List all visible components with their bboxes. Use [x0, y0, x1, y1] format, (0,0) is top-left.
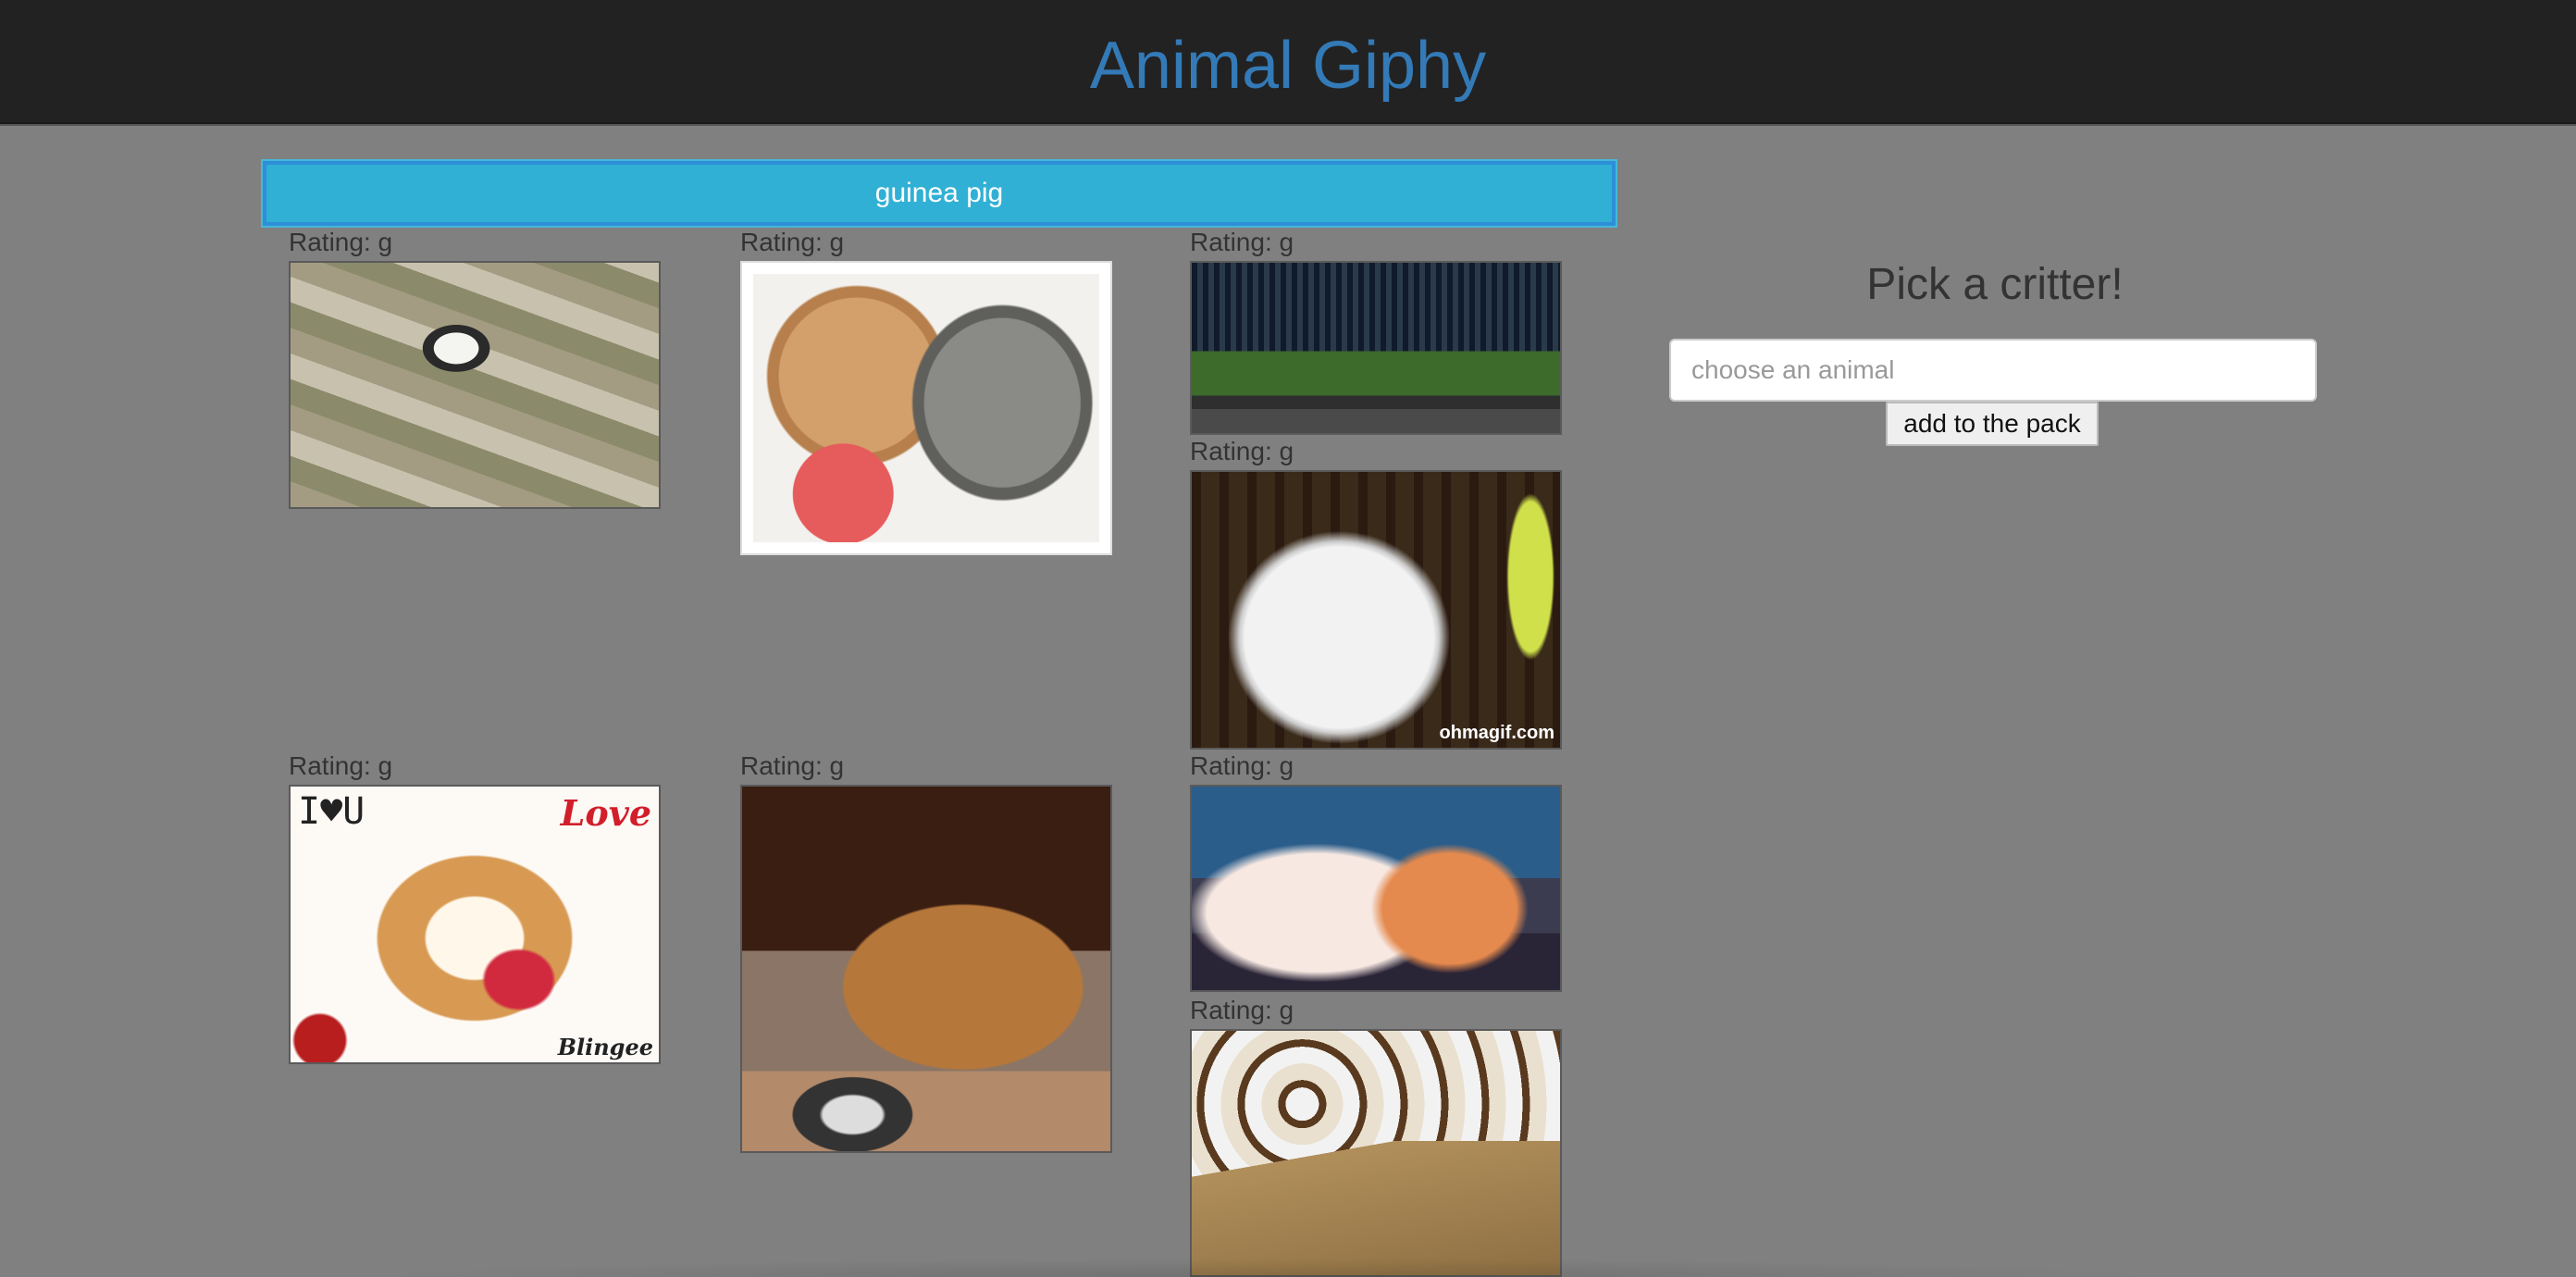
gif-rating: Rating: g — [1190, 996, 1294, 1024]
form-title: Pick a critter! — [1866, 260, 2124, 309]
gif-rating: Rating: g — [740, 228, 845, 256]
site-title: Animal Giphy — [1089, 29, 1487, 103]
gif-watermark: ohmagif.com — [1439, 723, 1554, 743]
gif-image-guinea-pig-eating-corn[interactable]: ohmagif.com — [1190, 470, 1562, 750]
footer-shadow — [352, 1258, 2184, 1277]
gif-rating: Rating: g — [1190, 437, 1294, 465]
gif-rating: Rating: g — [289, 751, 393, 780]
box-shape — [1192, 1140, 1560, 1275]
gif-brand-watermark: Blingee — [557, 1034, 653, 1060]
gif-image-inner — [753, 274, 1099, 542]
animal-button-guinea-pig[interactable]: guinea pig — [263, 161, 1616, 226]
gif-image-hamster-with-lips[interactable]: I♥U Love Blingee — [289, 785, 661, 1064]
gif-rating: Rating: g — [1190, 228, 1294, 256]
top-navbar: Animal Giphy — [0, 0, 2576, 124]
gif-image-two-guinea-pigs[interactable] — [740, 261, 1112, 555]
gif-image-hamster-on-carpet[interactable] — [289, 261, 661, 509]
gif-rating: Rating: g — [740, 751, 845, 780]
gif-rating: Rating: g — [1190, 751, 1294, 780]
gif-image-golden-retriever[interactable] — [740, 785, 1112, 1153]
gif-overlay-text: I♥U — [298, 790, 365, 833]
gif-overlay-text: Love — [560, 792, 651, 834]
gif-image-guinea-pig-and-kitten[interactable] — [1190, 785, 1562, 992]
animal-input[interactable] — [1669, 339, 2317, 402]
add-animal-button[interactable]: add to the pack — [1886, 402, 2099, 446]
gif-image-guinea-pigs-in-box[interactable] — [1190, 1029, 1562, 1277]
gif-image-cage[interactable] — [1190, 261, 1562, 435]
gif-rating: Rating: g — [289, 228, 393, 256]
